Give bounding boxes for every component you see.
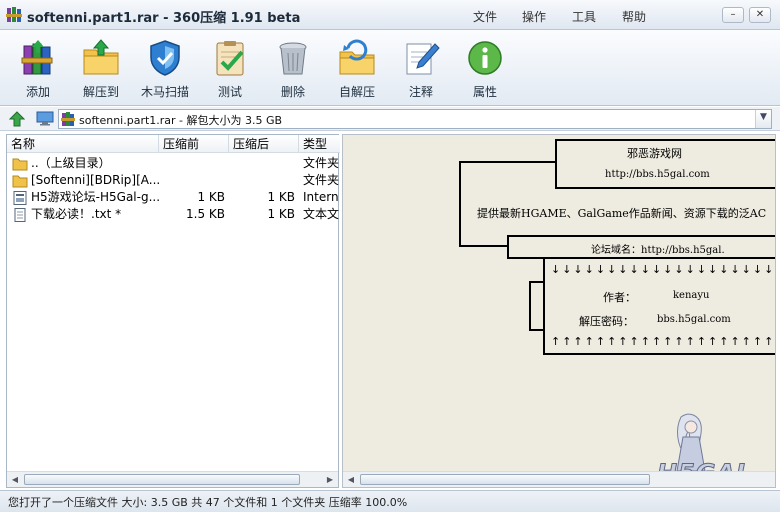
file-name: ..（上级目录）	[31, 156, 111, 170]
file-size-after: 1 KB	[267, 190, 295, 204]
file-list-scrollbar[interactable]: ◀ ▶	[7, 471, 338, 487]
file-list: 名称 压缩前 压缩后 类型 ..（上级目录） 文件夹 [Softenni][BD…	[6, 134, 340, 488]
up-arrow-icon[interactable]	[9, 111, 25, 127]
slogan: 提供最新HGAME、GalGame作品新闻、资源下载的泛AC	[477, 207, 767, 220]
window-title: softenni.part1.rar - 360压缩 1.91 beta	[27, 11, 301, 26]
scroll-left-icon[interactable]: ◀	[344, 473, 358, 486]
file-name: [Softenni][BDRip][A...	[31, 173, 159, 187]
minimize-icon: –	[730, 9, 736, 20]
info-icon	[468, 41, 502, 75]
test-label: 测试	[217, 85, 242, 99]
status-bar: 您打开了一个压缩文件 大小: 3.5 GB 共 47 个文件和 1 个文件夹 压…	[0, 490, 780, 512]
file-size-before: 1 KB	[197, 190, 225, 204]
file-type: 文本文	[303, 207, 339, 221]
rar-archive-icon	[6, 7, 22, 22]
delete-button[interactable]: 删除	[262, 36, 324, 102]
file-size-before: 1.5 KB	[186, 207, 225, 221]
extract-folder-icon	[83, 39, 119, 75]
password-value: bbs.h5gal.com	[657, 314, 731, 325]
clipboard-check-icon	[216, 41, 244, 76]
shield-icon	[150, 40, 180, 76]
table-row[interactable]: ..（上级目录） 文件夹	[7, 155, 339, 172]
file-type: 文件夹	[303, 173, 339, 187]
site-name: 邪恶游戏网	[627, 147, 682, 160]
self-extract-label: 自解压	[338, 85, 375, 99]
text-file-icon	[14, 208, 26, 222]
self-extract-button[interactable]: 自解压	[326, 36, 388, 102]
add-books-icon	[21, 40, 53, 75]
menu-help[interactable]: 帮助	[622, 8, 646, 25]
column-header-name[interactable]: 名称	[7, 135, 159, 153]
column-header-size-after[interactable]: 压缩后	[229, 135, 299, 153]
folder-icon	[12, 158, 28, 171]
folder-icon	[12, 175, 28, 188]
test-button[interactable]: 测试	[199, 36, 261, 102]
scroll-right-icon[interactable]: ▶	[323, 473, 337, 486]
password-label: 解压密码：	[579, 315, 634, 328]
file-name: H5游戏论坛-H5Gal-g...	[31, 190, 159, 204]
arrows-down: ↓↓↓↓↓↓↓↓↓↓↓↓↓↓↓↓↓↓↓↓↓↓	[551, 263, 776, 276]
desktop-icon[interactable]	[36, 111, 54, 126]
extract-to-label: 解压到	[82, 85, 119, 99]
preview-scrollbar[interactable]: ◀	[343, 471, 775, 487]
add-label: 添加	[25, 85, 50, 99]
internet-shortcut-icon	[13, 191, 27, 205]
properties-label: 属性	[472, 85, 497, 99]
trojan-scan-label: 木马扫描	[140, 85, 189, 99]
comment-button[interactable]: 注释	[390, 36, 452, 102]
self-extract-icon	[339, 39, 375, 75]
menu-tools[interactable]: 工具	[572, 8, 596, 25]
path-text: softenni.part1.rar - 解包大小为 3.5 GB	[79, 114, 283, 127]
close-icon: ✕	[755, 9, 765, 20]
chevron-down-icon: ▼	[760, 112, 767, 122]
rar-archive-icon	[61, 112, 75, 126]
status-text: 您打开了一个压缩文件 大小: 3.5 GB 共 47 个文件和 1 个文件夹 压…	[8, 496, 408, 509]
scrollbar-thumb[interactable]	[24, 474, 300, 485]
preview-pane: 邪恶游戏网 http://bbs.h5gal.com 提供最新HGAME、Gal…	[342, 134, 776, 488]
extract-to-button[interactable]: 解压到	[70, 36, 132, 102]
table-row[interactable]: 下载必读！.txt * 1.5 KB 1 KB 文本文	[7, 206, 339, 223]
table-row[interactable]: H5游戏论坛-H5Gal-g... 1 KB 1 KB Intern	[7, 189, 339, 206]
path-field[interactable]: softenni.part1.rar - 解包大小为 3.5 GB ▼	[58, 109, 772, 129]
trash-can-icon	[279, 42, 307, 75]
add-button[interactable]: 添加	[7, 36, 69, 102]
site-url: http://bbs.h5gal.com	[605, 169, 710, 180]
delete-label: 删除	[280, 85, 305, 99]
comment-label: 注释	[408, 85, 433, 99]
path-dropdown-button[interactable]: ▼	[755, 110, 771, 128]
file-size-after: 1 KB	[267, 207, 295, 221]
author-value: kenayu	[673, 290, 710, 301]
pencil-note-icon	[406, 43, 440, 75]
menu-file[interactable]: 文件	[473, 8, 497, 25]
author-label: 作者：	[603, 291, 636, 304]
properties-button[interactable]: 属性	[454, 36, 516, 102]
forum-domain: 论坛域名：http://bbs.h5gal.	[591, 245, 725, 256]
column-header-type[interactable]: 类型	[299, 135, 340, 153]
column-header-size-before[interactable]: 压缩前	[159, 135, 229, 153]
table-row[interactable]: [Softenni][BDRip][A... 文件夹	[7, 172, 339, 189]
minimize-button[interactable]: –	[722, 7, 744, 23]
toolbar: 添加 解压到 木马扫描 测试 删除 自解压 注释 属性	[0, 30, 780, 106]
address-bar: softenni.part1.rar - 解包大小为 3.5 GB ▼	[0, 107, 780, 131]
file-type: Intern	[303, 190, 339, 204]
close-button[interactable]: ✕	[749, 7, 771, 23]
file-type: 文件夹	[303, 156, 339, 170]
title-bar: softenni.part1.rar - 360压缩 1.91 beta 文件 …	[0, 0, 780, 30]
file-name: 下载必读！.txt *	[31, 207, 122, 221]
scroll-left-icon[interactable]: ◀	[8, 473, 22, 486]
arrows-up: ↑↑↑↑↑↑↑↑↑↑↑↑↑↑↑↑↑↑↑↑↑↑	[551, 335, 776, 348]
trojan-scan-button[interactable]: 木马扫描	[134, 36, 196, 102]
scrollbar-thumb[interactable]	[360, 474, 650, 485]
menu-operate[interactable]: 操作	[522, 8, 546, 25]
